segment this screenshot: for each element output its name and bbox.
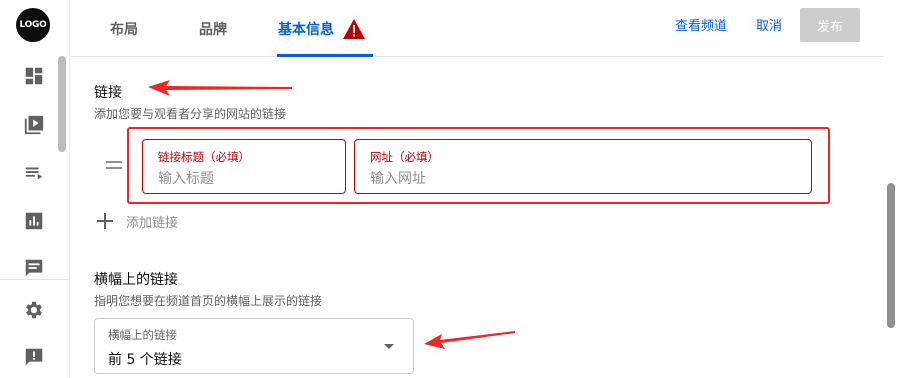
warning-icon [342,18,366,40]
annotation-arrow-links [148,80,292,96]
banner-links-select[interactable]: 横幅上的链接 前 5 个链接 [94,318,414,374]
banner-links-select-value: 前 5 个链接 [108,352,182,368]
feedback-icon[interactable] [23,346,45,368]
comments-icon[interactable] [23,257,45,279]
plus-icon [96,212,114,230]
active-tab-indicator [277,54,373,57]
annotation-arrow-banner [424,331,515,349]
publish-button[interactable]: 发布 [800,8,860,42]
analytics-icon[interactable] [23,210,45,232]
main-scrollbar[interactable] [887,183,895,328]
content-icon[interactable] [23,114,45,136]
view-channel-link[interactable]: 查看频道 [675,0,727,48]
channel-logo[interactable]: LOGO [16,8,50,42]
annotation-highlight-box [127,127,830,204]
cancel-button[interactable]: 取消 [756,0,782,48]
settings-icon[interactable] [23,299,45,321]
drag-handle-icon[interactable] [106,160,122,170]
playlists-icon[interactable] [23,162,45,184]
dropdown-caret-icon [384,344,394,349]
banner-links-title: 横幅上的链接 [94,272,178,288]
banner-links-select-label: 横幅上的链接 [108,328,177,342]
links-section-subtitle: 添加您要与观看者分享的网站的链接 [94,107,287,121]
tab-layout[interactable]: 布局 [110,0,138,57]
banner-links-subtitle: 指明您想要在频道首页的横幅上展示的链接 [94,294,323,308]
add-link-label: 添加链接 [126,215,179,231]
tab-basic-info[interactable]: 基本信息 [278,0,366,57]
rail-scrollbar[interactable] [58,56,66,152]
tab-branding[interactable]: 品牌 [199,0,227,57]
tab-label: 布局 [110,21,138,38]
add-link-button[interactable]: 添加链接 [96,210,178,232]
header-bar: 布局 品牌 基本信息 查看频道 取消 发布 [70,0,884,57]
rail-divider [0,279,70,280]
tab-label: 基本信息 [278,21,334,38]
tab-label: 品牌 [199,21,227,38]
dashboard-icon[interactable] [23,65,45,87]
links-section-title: 链接 [94,85,122,101]
left-nav-rail: LOGO [0,0,70,378]
